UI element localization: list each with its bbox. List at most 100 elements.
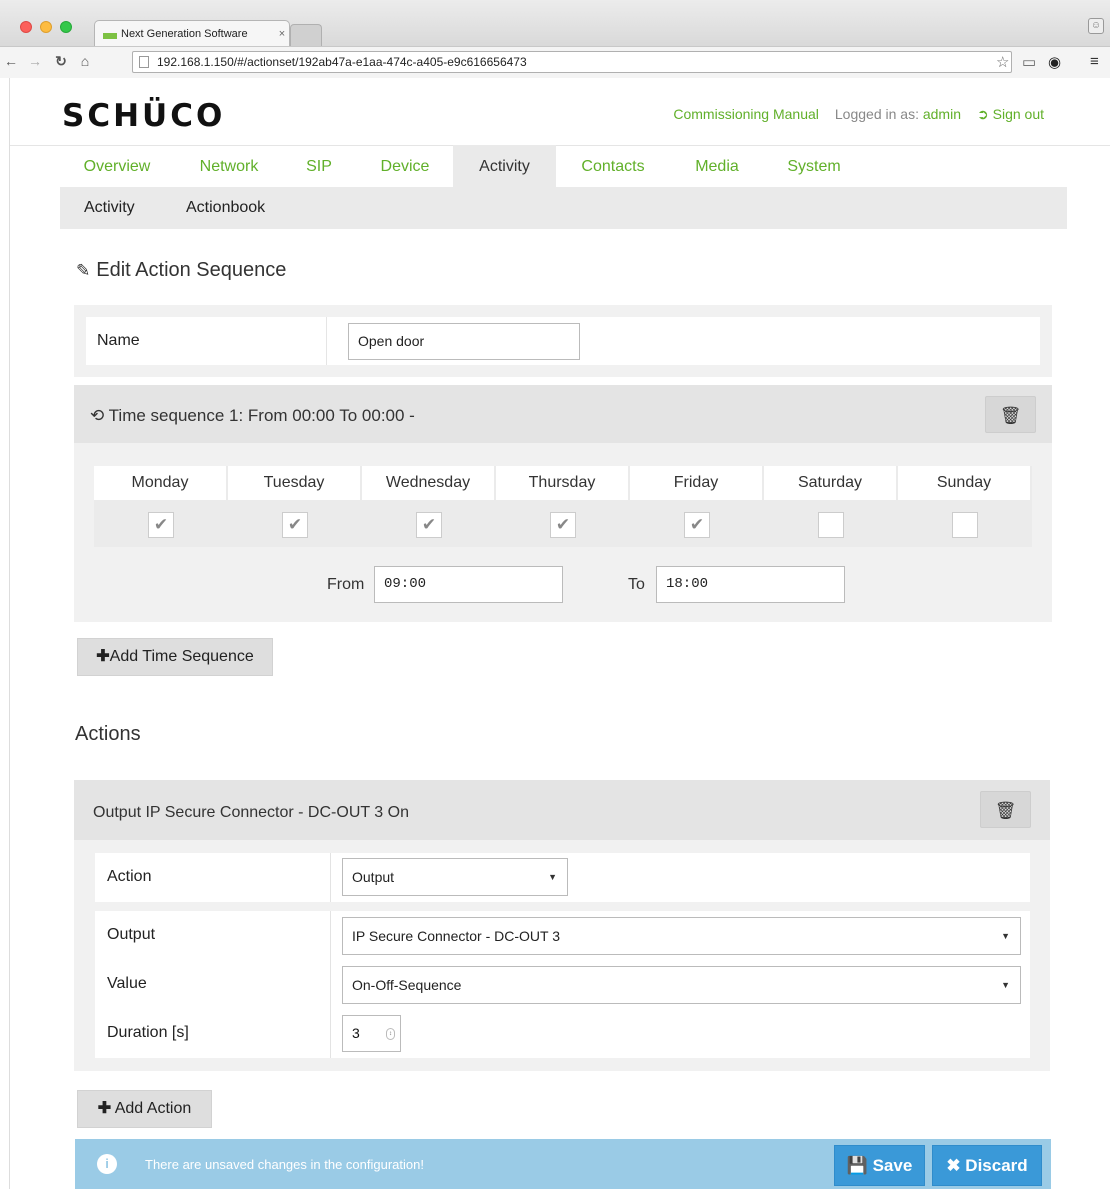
tab-close-icon[interactable]: × xyxy=(275,28,289,40)
to-label: To xyxy=(628,576,645,593)
value-row: Value On-Off-Sequence ▼ xyxy=(95,960,1030,1009)
day-tuesday: Tuesday ✔ xyxy=(228,466,361,547)
tuesday-checkbox[interactable]: ✔ xyxy=(282,512,308,538)
browser-tab[interactable]: Next Generation Software × xyxy=(94,20,290,46)
duration-label: Duration [s] xyxy=(107,1024,189,1041)
check-icon: ✔ xyxy=(689,515,705,534)
nav-contacts[interactable]: Contacts xyxy=(566,145,660,187)
value-select[interactable]: On-Off-Sequence ▼ xyxy=(342,966,1021,1004)
nav-network[interactable]: Network xyxy=(184,145,274,187)
to-time-input[interactable]: 18:00 xyxy=(656,566,845,603)
edit-heading: ✎ Edit Action Sequence xyxy=(76,259,287,281)
history-icon: ⟲ xyxy=(90,406,105,425)
caret-down-icon: ▼ xyxy=(548,872,557,882)
add-action-button[interactable]: ✚ Add Action xyxy=(77,1090,212,1128)
delete-action-button[interactable]: 🗑 xyxy=(980,791,1031,828)
check-icon: ✔ xyxy=(287,515,303,534)
subnav-activity[interactable]: Activity xyxy=(84,187,135,229)
browser-toolbar: ← → ↻ ⌂ 192.168.1.150/#/actionset/192ab4… xyxy=(0,46,1110,78)
value-label: Value xyxy=(107,975,147,992)
home-icon[interactable]: ⌂ xyxy=(76,53,94,69)
day-monday: Monday ✔ xyxy=(94,466,227,547)
save-button[interactable]: 💾 Save xyxy=(834,1145,925,1186)
action-label: Action xyxy=(107,868,152,885)
name-panel: Name Open door xyxy=(74,305,1052,377)
minimize-window-button[interactable] xyxy=(40,21,52,33)
day-friday: Friday ✔ xyxy=(630,466,763,547)
duration-stepper[interactable]: 3 ↕ xyxy=(342,1015,401,1052)
nav-sip[interactable]: SIP xyxy=(296,145,342,187)
subnav-actionbook[interactable]: Actionbook xyxy=(186,187,265,229)
time-sequence-panel: ⟲ Time sequence 1: From 00:00 To 00:00 -… xyxy=(74,385,1052,622)
day-label: Sunday xyxy=(898,466,1030,500)
day-label: Monday xyxy=(94,466,226,500)
main-nav: Overview Network SIP Device Activity Con… xyxy=(60,145,1067,187)
page-icon xyxy=(139,56,149,68)
new-tab-button[interactable] xyxy=(290,24,322,46)
output-label: Output xyxy=(107,926,156,943)
trash-icon: 🗑 xyxy=(994,801,1017,820)
friday-checkbox[interactable]: ✔ xyxy=(684,512,710,538)
cast-icon[interactable]: ▭ xyxy=(1022,53,1036,71)
day-sunday: Sunday xyxy=(898,466,1031,547)
plus-icon: ✚ xyxy=(96,648,110,665)
action-select-value: Output xyxy=(352,869,395,885)
unsaved-changes-banner: i There are unsaved changes in the confi… xyxy=(75,1139,1051,1189)
day-label: Tuesday xyxy=(228,466,360,500)
sign-out-icon: ➲ xyxy=(977,106,989,122)
sign-out-link[interactable]: ➲ Sign out xyxy=(977,106,1044,123)
monday-checkbox[interactable]: ✔ xyxy=(148,512,174,538)
row-divider xyxy=(330,853,331,902)
user-link[interactable]: admin xyxy=(923,106,961,122)
time-sequence-header: ⟲ Time sequence 1: From 00:00 To 00:00 -… xyxy=(74,385,1052,443)
row-divider xyxy=(326,317,327,365)
saturday-checkbox[interactable] xyxy=(818,512,844,538)
day-label: Saturday xyxy=(764,466,896,500)
day-label: Thursday xyxy=(496,466,628,500)
profile-icon[interactable]: ☺ xyxy=(1088,18,1104,34)
commissioning-manual-link[interactable]: Commissioning Manual xyxy=(673,106,819,123)
from-label: From xyxy=(327,576,365,593)
nav-overview[interactable]: Overview xyxy=(60,145,174,187)
action-header: Output IP Secure Connector - DC-OUT 3 On… xyxy=(74,780,1050,840)
duration-row: Duration [s] 3 ↕ xyxy=(95,1009,1030,1058)
thursday-checkbox[interactable]: ✔ xyxy=(550,512,576,538)
close-window-button[interactable] xyxy=(20,21,32,33)
browser-chrome: Next Generation Software × ☺ ← → ↻ ⌂ 192… xyxy=(0,0,1110,78)
check-icon: ✔ xyxy=(555,515,571,534)
sign-out-label: Sign out xyxy=(992,106,1044,122)
add-time-sequence-button[interactable]: ✚Add Time Sequence xyxy=(77,638,273,676)
action-select[interactable]: Output ▼ xyxy=(342,858,568,896)
check-icon: ✔ xyxy=(153,515,169,534)
delete-time-sequence-button[interactable]: 🗑 xyxy=(985,396,1036,433)
action-panel: Output IP Secure Connector - DC-OUT 3 On… xyxy=(74,780,1050,1071)
row-divider xyxy=(330,1009,331,1058)
weekday-grid: Monday ✔ Tuesday ✔ Wednesday ✔ Thursday … xyxy=(94,466,1032,547)
address-bar[interactable]: 192.168.1.150/#/actionset/192ab47a-e1aa-… xyxy=(132,51,1012,73)
spinner-icon[interactable]: ↕ xyxy=(386,1028,395,1040)
star-icon[interactable]: ☆ xyxy=(996,53,1009,71)
nav-activity[interactable]: Activity xyxy=(453,145,556,187)
duration-value: 3 xyxy=(352,1025,360,1041)
reload-icon[interactable]: ↻ xyxy=(52,53,70,70)
name-input[interactable]: Open door xyxy=(348,323,580,360)
forward-icon[interactable]: → xyxy=(26,53,44,69)
back-icon[interactable]: ← xyxy=(2,53,20,69)
from-time-input[interactable]: 09:00 xyxy=(374,566,563,603)
menu-icon[interactable]: ≡ xyxy=(1090,53,1099,70)
output-select[interactable]: IP Secure Connector - DC-OUT 3 ▼ xyxy=(342,917,1021,955)
discard-button[interactable]: ✖ Discard xyxy=(932,1145,1042,1186)
wednesday-checkbox[interactable]: ✔ xyxy=(416,512,442,538)
day-wednesday: Wednesday ✔ xyxy=(362,466,495,547)
nav-system[interactable]: System xyxy=(774,145,854,187)
tab-title: Next Generation Software xyxy=(121,27,248,40)
check-icon: ✔ xyxy=(421,515,437,534)
extension-icon[interactable]: ◉ xyxy=(1048,53,1061,71)
maximize-window-button[interactable] xyxy=(60,21,72,33)
sunday-checkbox[interactable] xyxy=(952,512,978,538)
nav-media[interactable]: Media xyxy=(682,145,752,187)
caret-down-icon: ▼ xyxy=(1001,980,1010,990)
nav-device[interactable]: Device xyxy=(366,145,444,187)
day-label: Friday xyxy=(630,466,762,500)
page-edge xyxy=(0,78,10,1189)
